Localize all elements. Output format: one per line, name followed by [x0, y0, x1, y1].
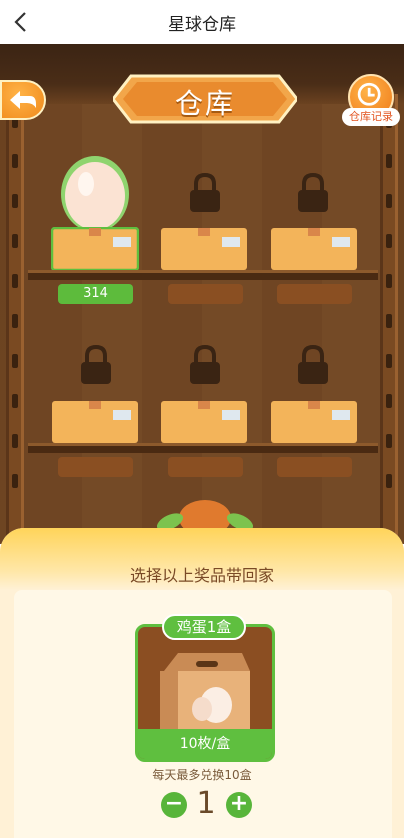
lock-icon	[190, 344, 220, 384]
left-post	[6, 94, 24, 544]
banner-title: 仓库	[174, 87, 235, 120]
lock-icon	[298, 344, 328, 384]
shelf	[28, 443, 378, 453]
egg-box-icon	[160, 653, 250, 731]
box-count-label: 314	[58, 284, 133, 304]
page-title: 星球仓库	[168, 15, 236, 35]
box-count-label	[168, 284, 243, 304]
right-post	[380, 94, 398, 544]
panel-title: 选择以上奖品带回家	[129, 566, 274, 585]
box-count-label	[58, 457, 133, 477]
return-arrow-icon	[10, 91, 36, 109]
quantity-value: 1	[196, 786, 216, 821]
prize-card[interactable]: 10枚/盒	[135, 624, 275, 762]
prize-card-subtitle: 10枚/盒	[138, 729, 272, 759]
warehouse-box[interactable]	[160, 227, 248, 271]
box-count-label	[277, 284, 352, 304]
prize-card-tag: 鸡蛋1盒	[162, 614, 246, 640]
minus-button[interactable]: −	[161, 792, 187, 818]
egg-icon	[61, 156, 129, 232]
warehouse-scene: 仓库 仓库记录 314	[0, 44, 404, 544]
scene-back-button[interactable]	[0, 80, 46, 120]
exchange-limit-text: 每天最多兑换10盒	[152, 768, 252, 782]
warehouse-box-selected[interactable]	[51, 227, 139, 271]
box-count-label	[168, 457, 243, 477]
warehouse-box[interactable]	[51, 400, 139, 444]
plus-button[interactable]: +	[226, 792, 252, 818]
warehouse-box[interactable]	[160, 400, 248, 444]
lock-icon	[298, 172, 328, 212]
leaves-decoration	[156, 500, 254, 532]
top-nav-bar: 星球仓库	[0, 0, 404, 44]
warehouse-box[interactable]	[270, 400, 358, 444]
lock-icon	[81, 344, 111, 384]
lock-icon	[190, 172, 220, 212]
warehouse-box[interactable]	[270, 227, 358, 271]
warehouse-records-button[interactable]: 仓库记录	[342, 74, 400, 126]
records-label: 仓库记录	[342, 108, 400, 126]
prize-panel: 选择以上奖品带回家 10枚/盒 鸡蛋1盒 每天最多兑换10盒 − 1 +	[0, 528, 404, 838]
shelf	[28, 270, 378, 280]
box-count-label	[277, 457, 352, 477]
